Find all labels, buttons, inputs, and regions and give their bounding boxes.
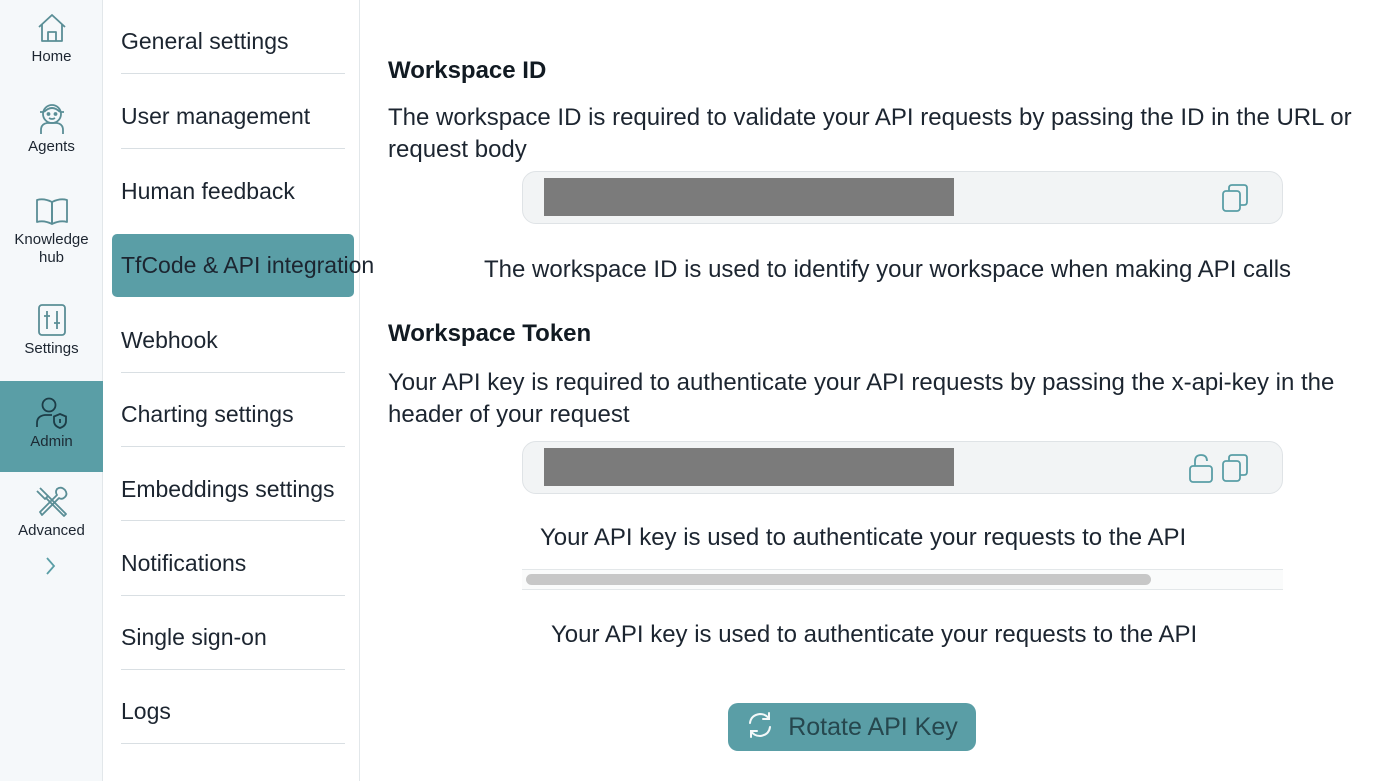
settings-subnav: General settings User management Human f… [103, 0, 374, 781]
unlock-icon[interactable] [1187, 452, 1217, 484]
divider [121, 743, 345, 744]
divider [121, 372, 345, 373]
book-icon [34, 193, 70, 229]
workspace-id-heading: Workspace ID [388, 57, 547, 84]
subnav-label: Embeddings settings [121, 476, 335, 502]
divider [121, 520, 345, 521]
horizontal-scrollbar[interactable] [522, 569, 1283, 590]
rail-label: Agents [28, 138, 75, 155]
divider [121, 446, 345, 447]
refresh-icon [746, 710, 774, 745]
subnav-item-human-feedback[interactable]: Human feedback [121, 177, 345, 207]
workspace-id-description: The workspace ID is required to validate… [388, 104, 1352, 163]
subnav-item-tfcode-api-integration[interactable]: TfCode & API integration [121, 251, 374, 281]
subnav-item-logs[interactable]: Logs [121, 697, 345, 727]
workspace-token-helper: Your API key is used to authenticate you… [540, 524, 1187, 551]
scrollbar-thumb[interactable] [526, 574, 1151, 585]
agent-icon [34, 100, 70, 136]
subnav-label: Single sign-on [121, 624, 267, 650]
workspace-token-field[interactable] [522, 441, 1283, 494]
admin-user-shield-icon [34, 395, 70, 431]
subnav-label: Human feedback [121, 178, 295, 204]
copy-icon[interactable] [1220, 182, 1250, 214]
main-content: Workspace ID The workspace ID is require… [361, 0, 1400, 781]
workspace-id-helper: The workspace ID is used to identify you… [484, 256, 1292, 283]
workspace-token-helper-secondary: Your API key is used to authenticate you… [551, 621, 1198, 648]
subnav-label: User management [121, 103, 311, 129]
subnav-item-notifications[interactable]: Notifications [121, 549, 345, 579]
subnav-label: Charting settings [121, 401, 294, 427]
rail-item-settings[interactable]: Settings [0, 302, 103, 372]
rotate-api-key-label: Rotate API Key [788, 712, 958, 741]
subnav-label: Notifications [121, 550, 247, 576]
divider [121, 73, 345, 74]
rail-item-knowledge-hub[interactable]: Knowledge hub [0, 193, 103, 277]
chevron-right-icon[interactable] [40, 555, 60, 577]
home-icon [34, 10, 70, 46]
workspace-token-description: Your API key is required to authenticate… [388, 369, 1335, 428]
rail-label: Admin [30, 433, 73, 450]
rail-label: Knowledge hub [14, 231, 89, 266]
subnav-item-user-management[interactable]: User management [121, 102, 345, 132]
workspace-token-heading: Workspace Token [388, 320, 592, 347]
icon-rail: Home Agents Knowledge hub Settings Admin… [0, 0, 103, 781]
subnav-label: Logs [121, 698, 171, 724]
rail-item-admin[interactable]: Admin [0, 381, 103, 472]
redacted-value [544, 448, 954, 486]
rotate-api-key-button[interactable]: Rotate API Key [728, 703, 976, 751]
divider [121, 595, 345, 596]
divider [121, 669, 345, 670]
redacted-value [544, 178, 954, 216]
divider [121, 148, 345, 149]
subnav-item-single-sign-on[interactable]: Single sign-on [121, 623, 345, 653]
rail-label: Advanced [18, 522, 85, 539]
rail-item-advanced[interactable]: Advanced [0, 484, 103, 554]
subnav-label: General settings [121, 28, 289, 54]
subnav-label: TfCode & API integration [121, 252, 375, 278]
rail-item-agents[interactable]: Agents [0, 100, 103, 170]
subnav-label: Webhook [121, 327, 218, 353]
workspace-id-field[interactable] [522, 171, 1283, 224]
rail-label: Settings [24, 340, 79, 357]
sliders-icon [34, 302, 70, 338]
copy-icon[interactable] [1220, 452, 1250, 484]
rail-item-home[interactable]: Home [0, 10, 103, 80]
subnav-item-embeddings-settings[interactable]: Embeddings settings [121, 475, 345, 505]
rail-label: Home [31, 48, 72, 65]
subnav-item-webhook[interactable]: Webhook [121, 326, 345, 356]
tools-icon [34, 484, 70, 520]
subnav-item-charting-settings[interactable]: Charting settings [121, 400, 345, 430]
subnav-item-general-settings[interactable]: General settings [121, 27, 345, 57]
